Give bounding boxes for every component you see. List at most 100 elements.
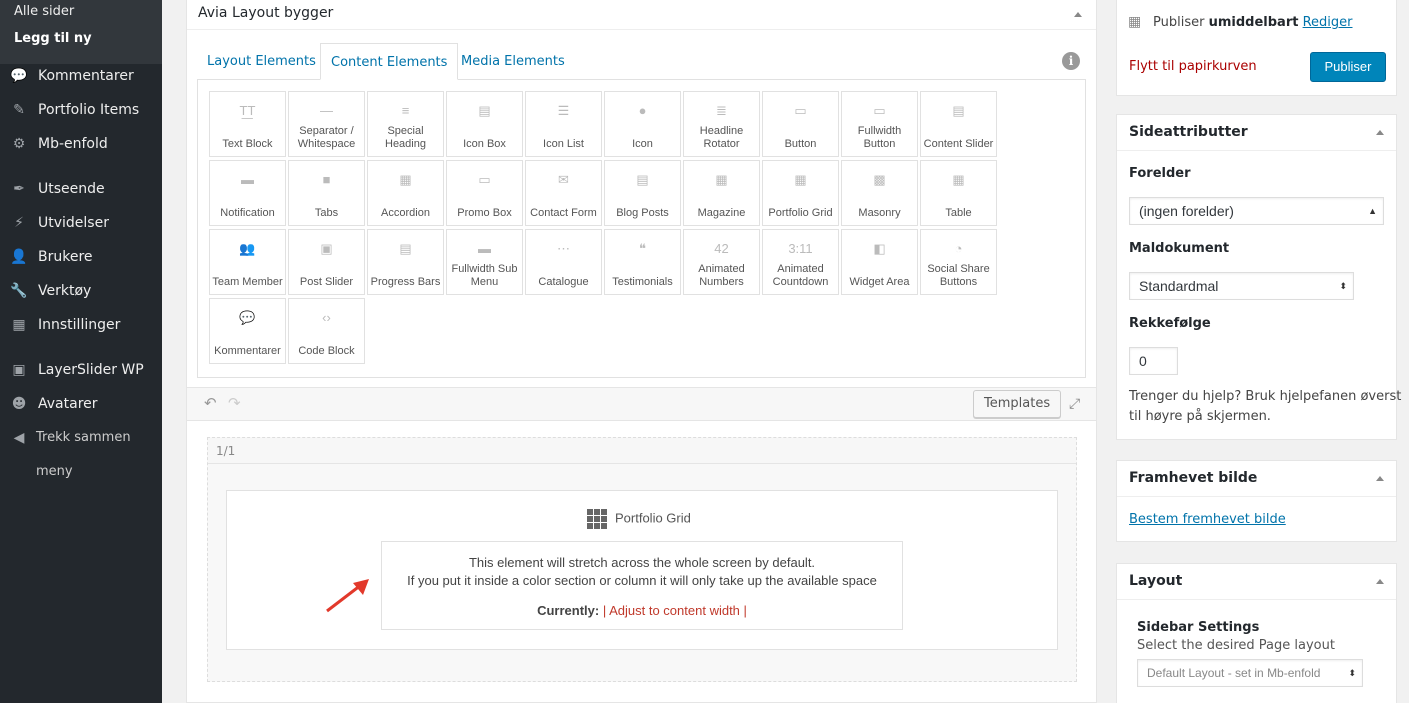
- element-tile-label: Contact Form: [530, 207, 597, 219]
- sidebar-item-label: meny: [36, 464, 73, 479]
- element-tile-progress-bars[interactable]: ▤ Progress Bars: [367, 229, 444, 295]
- element-tile-label: Team Member: [212, 276, 283, 288]
- element-tile-tabs[interactable]: ■ Tabs: [288, 160, 365, 226]
- element-tile-code-block[interactable]: ‹› Code Block: [288, 298, 365, 364]
- element-tile-kommentarer[interactable]: 💬 Kommentarer: [209, 298, 286, 364]
- element-tile-animated-numbers[interactable]: 42 Animated Numbers: [683, 229, 760, 295]
- sidebar-item-utseende[interactable]: ✒ Utseende: [0, 172, 162, 206]
- element-tile-catalogue[interactable]: ⋯ Catalogue: [525, 229, 602, 295]
- element-tile-contact-form[interactable]: ✉ Contact Form: [525, 160, 602, 226]
- redo-icon[interactable]: ↷: [228, 394, 241, 412]
- element-tile-animated-countdown[interactable]: 3:11 Animated Countdown: [762, 229, 839, 295]
- collapse-caret-icon[interactable]: [1376, 579, 1384, 584]
- stretch-notice: This element will stretch across the who…: [381, 541, 903, 630]
- tab-content-elements[interactable]: Content Elements: [320, 43, 459, 80]
- element-tile-special-heading[interactable]: ≡ Special Heading: [367, 91, 444, 157]
- sidebar-item-utvidelser[interactable]: ⚡ Utvidelser: [0, 206, 162, 240]
- element-tile-text-block[interactable]: T͟T Text Block: [209, 91, 286, 157]
- element-tile-portfolio-grid[interactable]: ▦ Portfolio Grid: [762, 160, 839, 226]
- layout-cell[interactable]: 1/1 Portfolio Grid This element will str…: [207, 437, 1077, 682]
- portfolio-grid-element[interactable]: Portfolio Grid This element will stretch…: [226, 490, 1058, 650]
- sidebar-item-label: Innstillinger: [38, 317, 121, 333]
- sidebar-item-label: Trekk sammen: [36, 430, 131, 445]
- publish-button[interactable]: Publiser: [1310, 52, 1386, 82]
- order-input[interactable]: 0: [1129, 347, 1178, 375]
- element-tile-button[interactable]: ▭ Button: [762, 91, 839, 157]
- element-tile-icon: ▭: [873, 103, 886, 118]
- submenu-add-new[interactable]: Legg til ny: [0, 30, 162, 58]
- element-tile-headline-rotator[interactable]: ≣ Headline Rotator: [683, 91, 760, 157]
- parent-select[interactable]: (ingen forelder) ▲: [1129, 197, 1384, 225]
- element-tile-icon: T͟T: [239, 103, 256, 118]
- templates-button[interactable]: Templates: [973, 390, 1062, 418]
- notice-currently: Currently: | Adjust to content width |: [382, 602, 902, 620]
- trash-link[interactable]: Flytt til papirkurven: [1129, 59, 1257, 74]
- sliders-icon: ▦: [12, 317, 26, 333]
- element-tile-icon: ≣: [716, 103, 727, 118]
- featured-image-box: Framhevet bilde Bestem fremhevet bilde: [1116, 460, 1397, 542]
- collapse-caret-icon[interactable]: [1376, 130, 1384, 135]
- submenu-all-pages[interactable]: Alle sider: [0, 0, 162, 30]
- tab-media-elements[interactable]: Media Elements: [451, 43, 575, 80]
- publish-status: Publiser umiddelbart Rediger: [1153, 15, 1353, 30]
- element-tile-icon: ▤: [636, 172, 649, 187]
- element-tile-team-member[interactable]: 👥 Team Member: [209, 229, 286, 295]
- sidebar-item-mb-enfold[interactable]: ⚙ Mb-enfold: [0, 127, 162, 161]
- element-tile-table[interactable]: ▦ Table: [920, 160, 997, 226]
- element-tile-label: Separator / Whitespace: [297, 125, 356, 150]
- admin-sidebar: Alle sider Legg til ny 💬 Kommentarer ✎ Port…: [0, 0, 162, 703]
- element-tile-icon-box[interactable]: ▤ Icon Box: [446, 91, 523, 157]
- set-featured-image-link[interactable]: Bestem fremhevet bilde: [1129, 512, 1286, 527]
- element-tile-accordion[interactable]: ▦ Accordion: [367, 160, 444, 226]
- element-tile-magazine[interactable]: ▦ Magazine: [683, 160, 760, 226]
- avatar-icon: ☻: [11, 396, 27, 412]
- sidebar-item-innstillinger[interactable]: ▦ Innstillinger: [0, 308, 162, 342]
- element-tile-icon[interactable]: ● Icon: [604, 91, 681, 157]
- element-tile-icon: ❝: [639, 241, 646, 256]
- element-tile-blog-posts[interactable]: ▤ Blog Posts: [604, 160, 681, 226]
- red-arrow-icon: [326, 579, 369, 613]
- publish-prefix: Publiser: [1153, 15, 1205, 30]
- sidebar-item-brukere[interactable]: 👤 Brukere: [0, 240, 162, 274]
- info-icon[interactable]: i: [1062, 52, 1080, 70]
- undo-icon[interactable]: ↶: [204, 394, 217, 412]
- sidebar-item-avatarer[interactable]: ☻ Avatarer: [0, 387, 162, 421]
- select-arrows-icon: ⬍: [1348, 668, 1356, 678]
- sidebar-item-kommentarer[interactable]: 💬 Kommentarer: [0, 59, 162, 93]
- fullscreen-icon[interactable]: ⤢: [1069, 396, 1080, 412]
- element-tile-icon: ◧: [873, 241, 886, 256]
- element-tile-testimonials[interactable]: ❝ Testimonials: [604, 229, 681, 295]
- element-tile-notification[interactable]: ▬ Notification: [209, 160, 286, 226]
- element-tile-label: Magazine: [697, 207, 746, 219]
- collapse-caret-icon[interactable]: [1074, 12, 1082, 17]
- element-tile-social-share-buttons[interactable]: ◔ Social Share Buttons: [920, 229, 997, 295]
- element-tile-widget-area[interactable]: ◧ Widget Area: [841, 229, 918, 295]
- collapse-caret-icon[interactable]: [1376, 476, 1384, 481]
- tab-layout-elements[interactable]: Layout Elements: [197, 43, 326, 80]
- element-tile-icon: 3:11: [788, 241, 813, 256]
- element-tile-promo-box[interactable]: ▭ Promo Box: [446, 160, 523, 226]
- page-layout-select[interactable]: Default Layout - set in Mb-enfold ⬍: [1137, 659, 1363, 687]
- template-select[interactable]: Standardmal ⬍: [1129, 272, 1354, 300]
- element-tile-fullwidth-button[interactable]: ▭ Fullwidth Button: [841, 91, 918, 157]
- select-arrows-icon: ⬍: [1339, 281, 1347, 291]
- element-tile-fullwidth-sub-menu[interactable]: ▬ Fullwidth Sub Menu: [446, 229, 523, 295]
- element-tile-icon-list[interactable]: ☰ Icon List: [525, 91, 602, 157]
- sidebar-item-verktøy[interactable]: 🔧 Verktøy: [0, 274, 162, 308]
- sidebar-item-portfolio-items[interactable]: ✎ Portfolio Items: [0, 93, 162, 127]
- sidebar-item-trekk-sammen[interactable]: ◀ Trekk sammen: [0, 421, 162, 455]
- collapse-icon: ◀: [13, 430, 25, 446]
- currently-value[interactable]: | Adjust to content width |: [603, 603, 747, 618]
- element-tile-content-slider[interactable]: ▤ Content Slider: [920, 91, 997, 157]
- element-tile-label: Headline Rotator: [699, 125, 744, 150]
- element-tile-label: Table: [945, 207, 972, 219]
- sidebar-item-layerslider-wp[interactable]: ▣ LayerSlider WP: [0, 353, 162, 387]
- element-tile-masonry[interactable]: ▩ Masonry: [841, 160, 918, 226]
- element-tile-icon: ▭: [478, 172, 491, 187]
- element-tile-label: Notification: [220, 207, 275, 219]
- element-tile-icon: ▦: [794, 172, 807, 187]
- sidebar-item-meny[interactable]: meny: [0, 455, 162, 489]
- edit-publish-link[interactable]: Rediger: [1303, 15, 1353, 30]
- element-tile-post-slider[interactable]: ▣ Post Slider: [288, 229, 365, 295]
- element-tile-separator-whitespace[interactable]: — Separator / Whitespace: [288, 91, 365, 157]
